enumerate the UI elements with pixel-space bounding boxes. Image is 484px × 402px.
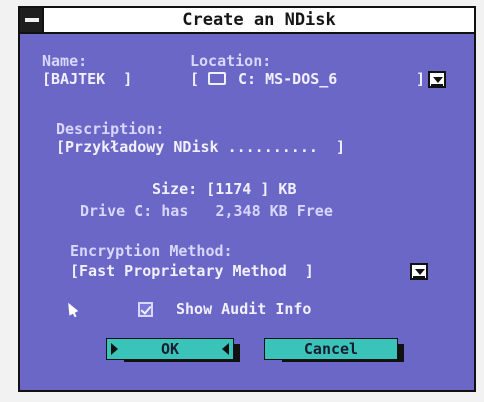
create-ndisk-dialog: Create an NDisk Name: Location: [BAJTEK …	[18, 6, 476, 392]
location-label: Location:	[190, 52, 272, 70]
dialog-title: Create an NDisk	[182, 10, 336, 30]
description-field[interactable]: [Przykładowy NDisk .......... ]	[56, 138, 345, 156]
cancel-button-shadow-side	[398, 344, 404, 362]
title-bar: Create an NDisk	[20, 8, 474, 34]
location-select[interactable]: C: MS-DOS_6	[238, 70, 337, 88]
name-label: Name:	[42, 52, 88, 70]
encryption-dropdown-button[interactable]	[410, 263, 428, 280]
location-dropdown-button[interactable]	[428, 71, 446, 88]
cancel-button[interactable]: Cancel	[264, 338, 398, 360]
name-field[interactable]: [BAJTEK ]	[42, 70, 132, 88]
location-close-bracket: ]	[416, 70, 426, 88]
size-field[interactable]: Size: [1174 ] KB	[152, 180, 297, 198]
system-menu-icon[interactable]	[20, 8, 44, 32]
ok-button-label: OK	[160, 340, 180, 358]
system-menu-bar	[25, 18, 39, 22]
show-audit-checkbox[interactable]	[138, 302, 153, 317]
dialog-body: Name: Location: [BAJTEK ] [ C: MS-DOS_6 …	[20, 34, 474, 390]
mouse-pointer-icon	[63, 300, 79, 316]
ok-focus-right-icon	[222, 343, 229, 355]
description-label: Description:	[56, 120, 165, 138]
encryption-select[interactable]: [Fast Proprietary Method ]	[70, 262, 314, 280]
show-audit-label[interactable]: Show Audit Info	[176, 300, 311, 318]
ok-focus-left-icon	[111, 343, 118, 355]
ok-button-shadow-side	[234, 344, 240, 362]
ok-button[interactable]: OK	[106, 338, 234, 360]
drive-icon	[208, 72, 226, 85]
drive-free-space: Drive C: has 2,348 KB Free	[80, 202, 333, 220]
location-open-bracket: [	[190, 70, 200, 88]
encryption-label: Encryption Method:	[70, 242, 233, 260]
